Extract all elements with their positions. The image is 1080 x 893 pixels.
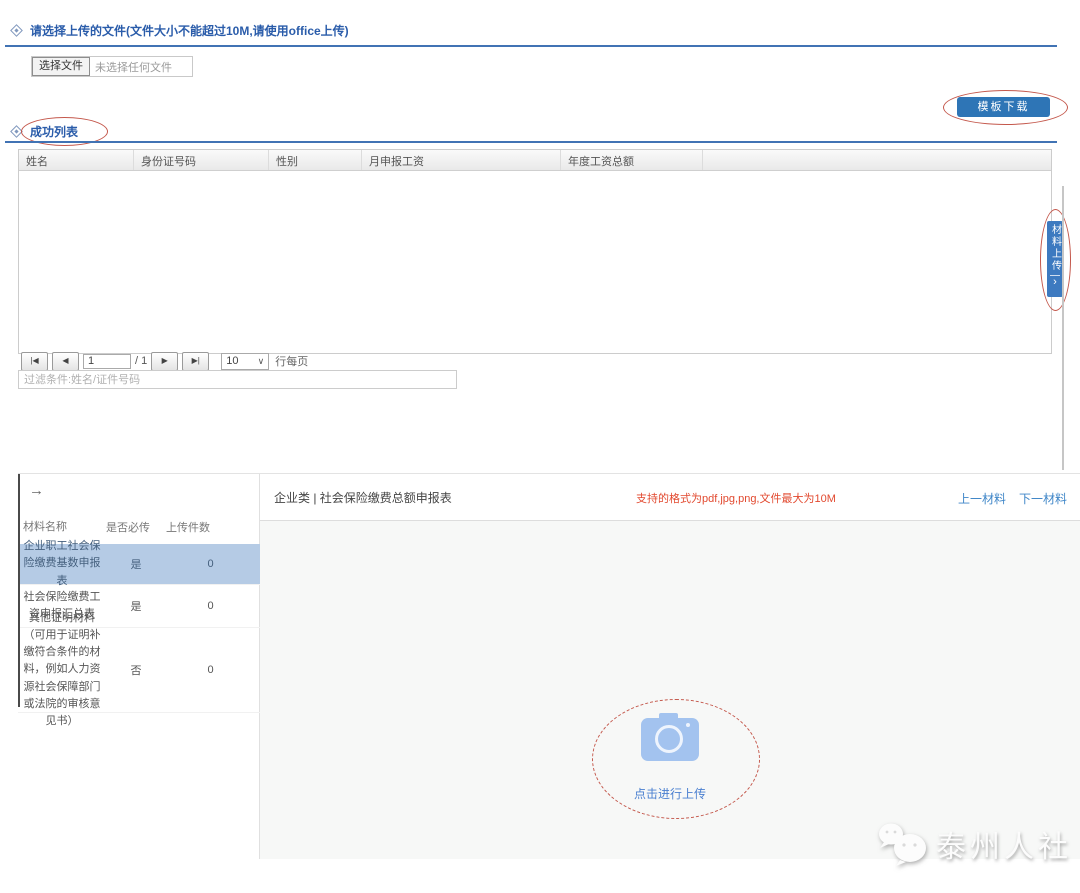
upload-label[interactable]: 点击进行上传 — [605, 785, 735, 802]
page-size-value: 10 — [226, 355, 238, 367]
col-material-name: 材料名称 — [18, 519, 106, 536]
material-count: 0 — [166, 664, 255, 676]
upload-section-title: 请选择上传的文件(文件大小不能超过10M,请使用office上传) — [12, 22, 349, 39]
col-monthly-salary: 月申报工资 — [362, 150, 561, 170]
material-required: 否 — [106, 662, 166, 678]
next-material-link[interactable]: 下一材料 — [1019, 490, 1067, 507]
success-table-header: 姓名 身份证号码 性别 月申报工资 年度工资总额 — [19, 150, 1051, 171]
material-name: 企业职工社会保险缴费基数申报表 — [18, 538, 106, 589]
success-table: 姓名 身份证号码 性别 月申报工资 年度工资总额 — [18, 149, 1052, 354]
file-status-text: 未选择任何文件 — [95, 59, 172, 75]
pagination: |◀ ◀ / 1 ▶ ▶| 10 ∨ 行每页 — [21, 352, 308, 370]
col-annual-salary: 年度工资总额 — [561, 150, 703, 170]
col-gender: 性别 — [269, 150, 362, 170]
success-list-title-text: 成功列表 — [30, 123, 78, 140]
page-total-label: / 1 — [135, 355, 147, 367]
file-input[interactable]: 选择文件 未选择任何文件 — [31, 56, 193, 77]
material-list-header: 材料名称 是否必传 上传件数 — [18, 519, 260, 536]
last-page-button[interactable]: ▶| — [182, 352, 209, 371]
col-required: 是否必传 — [106, 519, 166, 536]
first-page-button[interactable]: |◀ — [21, 352, 48, 371]
material-title: 企业类 | 社会保险缴费总额申报表 — [274, 489, 452, 506]
material-required: 是 — [106, 598, 166, 614]
side-tab-label: 材料上传 — [1048, 224, 1063, 272]
per-page-label: 行每页 — [275, 353, 308, 369]
prev-material-link[interactable]: 上一材料 — [958, 490, 1006, 507]
material-name: 其他证明材料（可用于证明补缴符合条件的材料，例如人力资源社会保障部门或法院的审核… — [18, 610, 106, 729]
col-id-number: 身份证号码 — [134, 150, 269, 170]
material-list-sidebar: → 材料名称 是否必传 上传件数 企业职工社会保险缴费基数申报表 是 0 社会保… — [18, 474, 260, 859]
divider-line-top — [5, 45, 1057, 47]
template-download-button[interactable]: 模板下载 — [957, 97, 1050, 117]
page-number-input[interactable] — [83, 354, 131, 369]
material-upload-panel: → 材料名称 是否必传 上传件数 企业职工社会保险缴费基数申报表 是 0 社会保… — [18, 473, 1080, 859]
material-required: 是 — [106, 556, 166, 572]
col-upload-count: 上传件数 — [166, 519, 255, 536]
diamond-icon — [10, 24, 23, 37]
scrollbar[interactable] — [1062, 186, 1064, 470]
next-page-button[interactable]: ▶ — [151, 352, 178, 371]
divider-line-success — [5, 141, 1057, 143]
upload-drop-area: 点击进行上传 — [260, 521, 1080, 859]
diamond-icon — [10, 125, 23, 138]
prev-page-button[interactable]: ◀ — [52, 352, 79, 371]
upload-trigger[interactable] — [641, 713, 699, 770]
filter-input[interactable] — [18, 370, 457, 389]
material-main-area: 企业类 | 社会保险缴费总额申报表 支持的格式为pdf,jpg,png,文件最大… — [260, 474, 1080, 859]
camera-icon — [641, 713, 699, 765]
list-item[interactable]: 其他证明材料（可用于证明补缴符合条件的材料，例如人力资源社会保障部门或法院的审核… — [18, 628, 260, 713]
upload-section-title-text: 请选择上传的文件(文件大小不能超过10M,请使用office上传) — [30, 22, 349, 39]
material-count: 0 — [166, 558, 255, 570]
material-count: 0 — [166, 600, 255, 612]
page: { "upload_section": { "title": "请选择上传的文件… — [0, 0, 1080, 893]
chevron-right-icon: › — [1053, 276, 1057, 288]
collapse-arrow-icon[interactable]: → — [29, 482, 44, 499]
sidebar-left-border — [18, 474, 20, 707]
col-empty — [703, 150, 1051, 170]
success-list-title: 成功列表 — [12, 123, 78, 140]
list-item[interactable]: 企业职工社会保险缴费基数申报表 是 0 — [18, 544, 260, 585]
page-size-select[interactable]: 10 ∨ — [221, 353, 269, 370]
chevron-down-icon: ∨ — [258, 356, 265, 367]
material-upload-side-tab[interactable]: 材料上传 › — [1047, 221, 1063, 297]
format-hint-text: 支持的格式为pdf,jpg,png,文件最大为10M — [636, 490, 836, 506]
choose-file-button[interactable]: 选择文件 — [32, 57, 90, 76]
col-name: 姓名 — [19, 150, 134, 170]
material-list: 企业职工社会保险缴费基数申报表 是 0 社会保险缴费工资申报汇总表 是 0 其他… — [18, 544, 260, 713]
